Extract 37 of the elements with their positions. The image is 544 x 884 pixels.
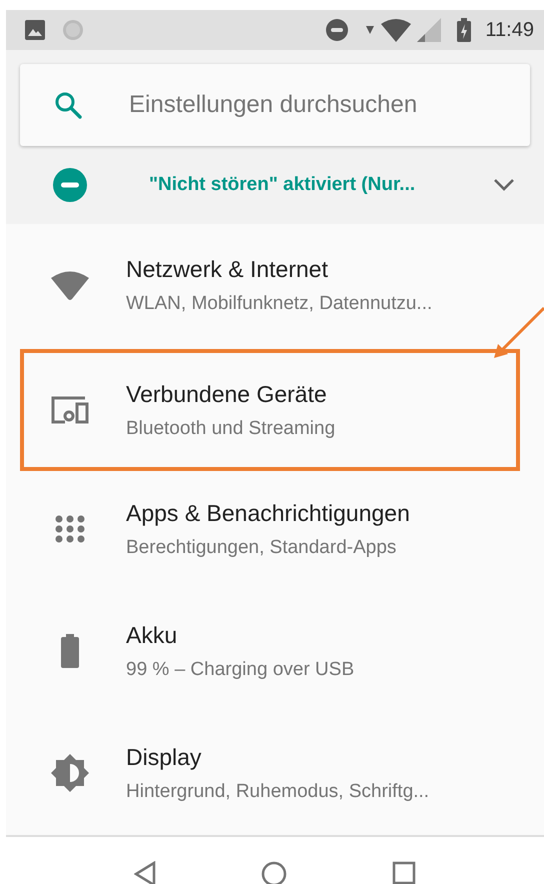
item-subtitle: Berechtigungen, Standard-Apps: [126, 536, 398, 558]
item-subtitle: WLAN, Mobilfunknetz, Datennutzu...: [126, 292, 432, 314]
do-not-disturb-icon: [325, 18, 350, 42]
annotation-arrow: [494, 306, 544, 358]
battery-charging-icon: [457, 18, 472, 42]
settings-item[interactable]: Display Hintergrund, Ruhemodus, Schriftg...: [20, 712, 520, 834]
item-subtitle: Hintergrund, Ruhemodus, Schriftg...: [126, 780, 430, 802]
apps-grid-icon: [55, 515, 85, 543]
signal-icon: [417, 18, 442, 42]
wifi-icon: [50, 269, 90, 301]
back-icon[interactable]: [134, 861, 156, 884]
item-title: Verbundene Geräte: [126, 380, 328, 408]
settings-item[interactable]: Apps & Benachrichtigungen Berechtigungen, Standard-Apps: [20, 468, 520, 590]
clock: 11:49: [485, 18, 534, 42]
chevron-icon[interactable]: [492, 178, 516, 192]
image-icon: [24, 19, 46, 41]
item-title: Netzwerk & Internet: [126, 256, 329, 282]
item-subtitle: Bluetooth und Streaming: [126, 418, 336, 440]
devices-icon: [51, 395, 89, 425]
item-title: Apps & Benachrichtigungen: [126, 500, 410, 526]
settings-item[interactable]: Netzwerk & Internet WLAN, Mobilfunknetz, Datennutzu...: [20, 224, 520, 346]
wifi-icon: [381, 18, 412, 42]
search-icon: [53, 90, 83, 120]
brightness-icon: [51, 754, 89, 792]
data-arrow-icon: [365, 26, 376, 34]
do-not-disturb-icon: [53, 168, 87, 202]
battery-icon: [61, 634, 79, 668]
item-title: Display: [126, 744, 202, 770]
do-not-disturb-status: "Nicht stören" aktiviert (Nur...: [149, 174, 416, 196]
home-icon[interactable]: [261, 861, 287, 884]
highlighted-settings-item[interactable]: Verbundene Geräte Bluetooth und Streaming: [20, 349, 520, 471]
item-subtitle: 99 % – Charging over USB: [126, 658, 354, 680]
recents-icon[interactable]: [392, 861, 416, 884]
settings-item[interactable]: Akku 99 % – Charging over USB: [20, 590, 520, 712]
search-field[interactable]: Einstellungen durchsuchen: [20, 64, 530, 146]
loading-icon: [62, 19, 84, 41]
item-title: Akku: [126, 622, 178, 648]
